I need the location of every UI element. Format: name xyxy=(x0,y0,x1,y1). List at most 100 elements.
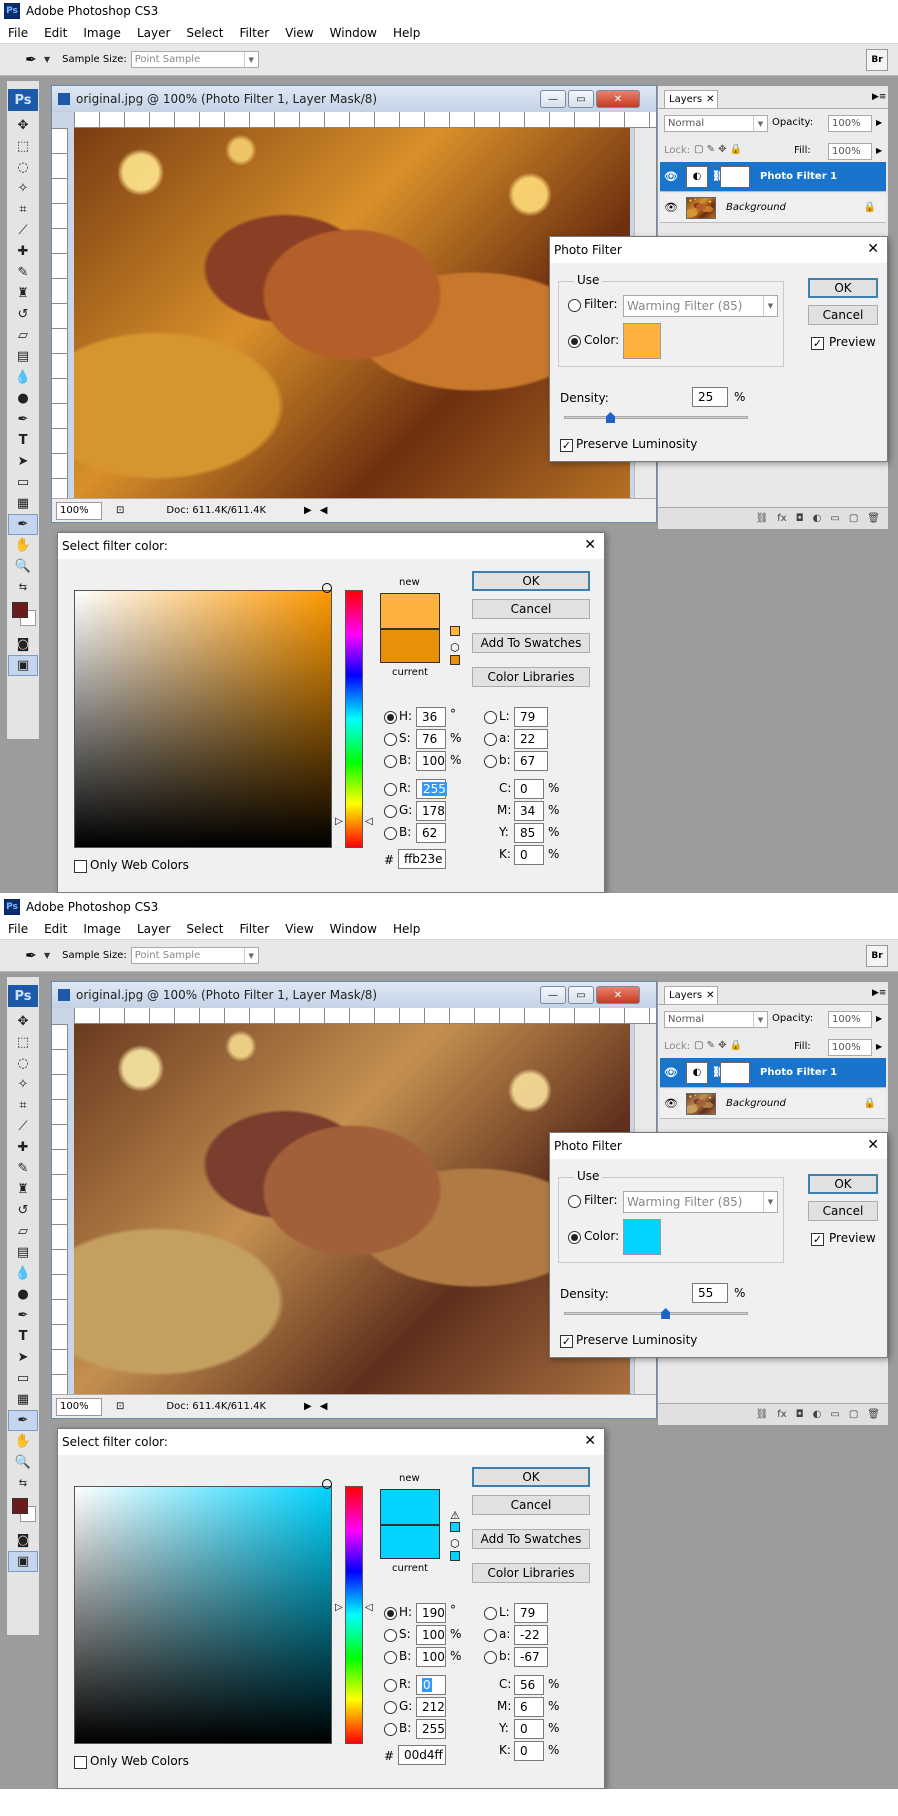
pen-tool-icon[interactable]: ✒ xyxy=(8,1305,38,1326)
new-group-icon[interactable]: ▭ xyxy=(830,513,839,524)
color-field-cursor[interactable] xyxy=(322,583,332,593)
eraser-tool-icon[interactable]: ▱ xyxy=(8,1221,38,1242)
path-selection-tool-icon[interactable]: ➤ xyxy=(8,1347,38,1368)
menu-file[interactable]: File xyxy=(0,26,36,40)
new-layer-icon[interactable]: ▢ xyxy=(849,1409,858,1420)
cancel-button[interactable]: Cancel xyxy=(808,305,878,325)
dodge-tool-icon[interactable]: ● xyxy=(8,1284,38,1305)
blue-field[interactable]: 255 xyxy=(416,1719,446,1739)
filter-color-swatch[interactable] xyxy=(623,323,661,359)
cyan-field[interactable]: 56 xyxy=(514,1675,544,1695)
status-arrow-icon[interactable]: ▶ xyxy=(304,505,312,516)
notes-tool-icon[interactable]: ▦ xyxy=(8,493,38,514)
filter-color-swatch[interactable] xyxy=(623,1219,661,1255)
hue-field[interactable]: 36 xyxy=(416,707,446,727)
type-tool-icon[interactable]: T xyxy=(8,430,38,451)
color-radio[interactable] xyxy=(568,1231,581,1244)
minimize-button[interactable]: — xyxy=(540,986,566,1004)
hscroll-left-icon[interactable]: ◀ xyxy=(320,1401,328,1412)
hue-slider-arrow-right[interactable]: ◁ xyxy=(365,816,373,827)
menu-select[interactable]: Select xyxy=(178,26,231,40)
blur-tool-icon[interactable]: 💧 xyxy=(8,1263,38,1284)
bridge-button[interactable]: Br xyxy=(866,49,888,71)
hue-slider-arrow-right[interactable]: ◁ xyxy=(365,1602,373,1613)
a-field[interactable]: 22 xyxy=(514,729,548,749)
add-to-swatches-button[interactable]: Add To Swatches xyxy=(472,1529,590,1549)
b-lab-field[interactable]: -67 xyxy=(514,1647,548,1667)
cancel-button[interactable]: Cancel xyxy=(808,1201,878,1221)
saturation-brightness-field[interactable] xyxy=(74,1486,332,1744)
l-radio[interactable] xyxy=(484,1607,497,1620)
a-radio[interactable] xyxy=(484,1629,497,1642)
eyedropper-tool-icon[interactable]: ✒ xyxy=(8,514,38,535)
gamut-color-swatch[interactable] xyxy=(450,1522,460,1532)
filter-select[interactable]: Warming Filter (85) ▼ xyxy=(623,1191,778,1213)
a-radio[interactable] xyxy=(484,733,497,746)
quick-mask-icon[interactable]: ◙ xyxy=(8,1530,38,1551)
trash-icon[interactable]: 🗑 xyxy=(867,1409,880,1420)
yellow-field[interactable]: 85 xyxy=(514,823,544,843)
eyedropper-tool-preset-icon[interactable]: ✒ xyxy=(20,945,42,967)
path-selection-tool-icon[interactable]: ➤ xyxy=(8,451,38,472)
link-layers-icon[interactable]: ⛓ xyxy=(756,513,769,524)
color-libraries-button[interactable]: Color Libraries xyxy=(472,1563,590,1583)
red-radio[interactable] xyxy=(384,783,397,796)
blue-radio[interactable] xyxy=(384,827,397,840)
move-tool-icon[interactable]: ✥ xyxy=(8,115,38,136)
preview-checkbox[interactable]: ✓ xyxy=(811,337,824,350)
screen-mode-icon[interactable]: ▣ xyxy=(8,1551,38,1572)
a-field[interactable]: -22 xyxy=(514,1625,548,1645)
ok-button[interactable]: OK xyxy=(808,1174,878,1194)
zoom-field[interactable]: 100% xyxy=(56,1397,102,1416)
close-icon[interactable]: ✕ xyxy=(584,537,596,553)
slice-tool-icon[interactable]: ⟋ xyxy=(8,1116,38,1137)
saturation-field[interactable]: 76 xyxy=(416,729,446,749)
hex-field[interactable]: 00d4ff xyxy=(398,1745,446,1765)
menu-view[interactable]: View xyxy=(277,26,321,40)
panel-menu-icon[interactable]: ▶≡ xyxy=(872,92,886,102)
magenta-field[interactable]: 34 xyxy=(514,801,544,821)
filter-select[interactable]: Warming Filter (85) ▼ xyxy=(623,295,778,317)
layer-background[interactable]: 👁 Background 🔒 xyxy=(660,193,886,223)
blue-radio[interactable] xyxy=(384,1723,397,1736)
ok-button[interactable]: OK xyxy=(472,571,590,591)
history-brush-tool-icon[interactable]: ↺ xyxy=(8,304,38,325)
hue-field[interactable]: 190 xyxy=(416,1603,446,1623)
panel-menu-icon[interactable]: ▶≡ xyxy=(872,988,886,998)
menu-image[interactable]: Image xyxy=(75,922,129,936)
quick-mask-icon[interactable]: ◙ xyxy=(8,634,38,655)
black-field[interactable]: 0 xyxy=(514,845,544,865)
type-tool-icon[interactable]: T xyxy=(8,1326,38,1347)
foreground-color-swatch[interactable] xyxy=(12,1498,28,1514)
filter-radio[interactable] xyxy=(568,1195,581,1208)
l-field[interactable]: 79 xyxy=(514,1603,548,1623)
color-field-cursor[interactable] xyxy=(322,1479,332,1489)
menu-layer[interactable]: Layer xyxy=(129,26,178,40)
zoom-tool-icon[interactable]: 🔍 xyxy=(8,1452,38,1473)
status-menu-icon[interactable]: ⊡ xyxy=(116,505,124,516)
fill-arrow-icon[interactable]: ▶ xyxy=(876,146,882,155)
trash-icon[interactable]: 🗑 xyxy=(867,513,880,524)
status-arrow-icon[interactable]: ▶ xyxy=(304,1401,312,1412)
new-layer-icon[interactable]: ▢ xyxy=(849,513,858,524)
brush-tool-icon[interactable]: ✎ xyxy=(8,1158,38,1179)
chevron-down-icon[interactable]: ▼ xyxy=(44,951,50,960)
fill-arrow-icon[interactable]: ▶ xyxy=(876,1042,882,1051)
l-radio[interactable] xyxy=(484,711,497,724)
link-layers-icon[interactable]: ⛓ xyxy=(756,1409,769,1420)
close-icon[interactable]: ✕ xyxy=(867,241,879,257)
add-mask-icon[interactable]: ◘ xyxy=(796,1409,804,1420)
shape-tool-icon[interactable]: ▭ xyxy=(8,1368,38,1389)
history-brush-tool-icon[interactable]: ↺ xyxy=(8,1200,38,1221)
move-tool-icon[interactable]: ✥ xyxy=(8,1011,38,1032)
add-to-swatches-button[interactable]: Add To Swatches xyxy=(472,633,590,653)
opacity-arrow-icon[interactable]: ▶ xyxy=(876,118,882,127)
adjustment-layer-icon[interactable]: ◐ xyxy=(813,1409,822,1420)
hscroll-left-icon[interactable]: ◀ xyxy=(320,505,328,516)
menu-filter[interactable]: Filter xyxy=(231,26,277,40)
density-slider[interactable] xyxy=(564,1312,748,1315)
blur-tool-icon[interactable]: 💧 xyxy=(8,367,38,388)
notes-tool-icon[interactable]: ▦ xyxy=(8,1389,38,1410)
swap-colors-icon[interactable]: ⇆ xyxy=(8,577,38,598)
color-radio[interactable] xyxy=(568,335,581,348)
